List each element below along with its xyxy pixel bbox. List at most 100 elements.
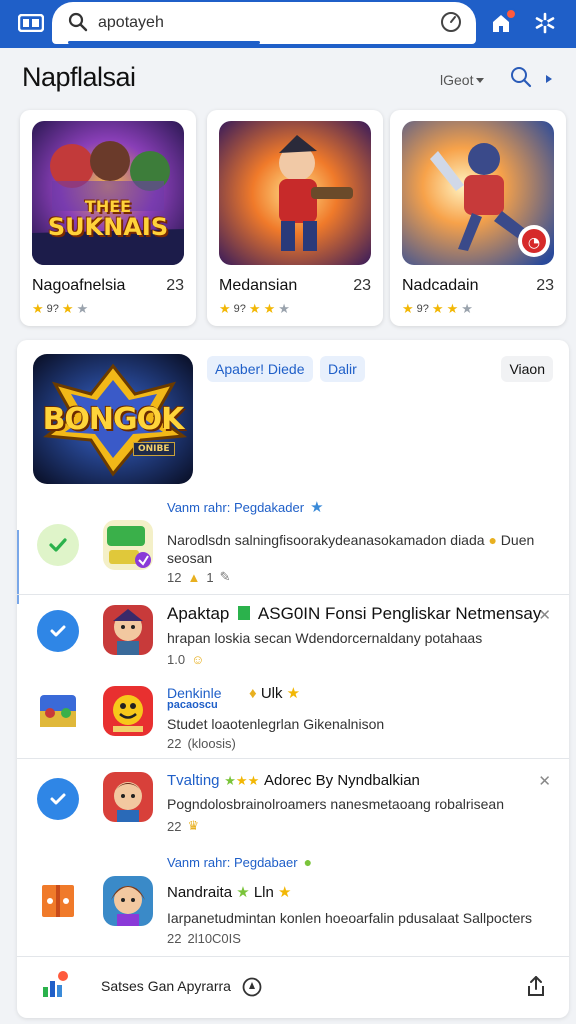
leaf-icon: ● [303, 854, 313, 870]
list-item[interactable]: Denkinle pacaoscu ♦ Ulk ★ Studet loaoten… [17, 685, 569, 751]
app-rating-value: 22 [167, 931, 182, 946]
featured-card[interactable]: ◔ Nadcadain 23 ★ 9? ★ ★ ★ [390, 110, 566, 326]
star-icon: ★ [431, 301, 444, 316]
app-description-text: Narodlsdn salningfisoorakydeanasokamadon… [167, 532, 485, 548]
star-icon: ★ [61, 301, 74, 316]
smiley-icon: ☺ [191, 652, 205, 667]
app-meta: 22 2l10C0IS [167, 931, 241, 946]
star-icon: ★ [446, 301, 459, 316]
search-icon[interactable] [510, 66, 532, 93]
search-input[interactable]: apotayeh [98, 14, 164, 32]
notification-badge [58, 971, 68, 981]
settings-sparkle-icon[interactable] [534, 12, 556, 39]
app-description-extra: Duen [500, 532, 535, 548]
app-title-extra: ASG0IN Fonsi Pengliskar Netmensay [257, 604, 542, 623]
category-chip[interactable]: Apaber! Diede [207, 356, 313, 382]
featured-card[interactable]: THEE SUKNAIS Nagoafnelsia 23 ★ 9? ★ ★ [20, 110, 196, 326]
card-count: 23 [536, 277, 554, 294]
crown-icon: ♛ [187, 818, 200, 833]
arrow-right-icon[interactable] [543, 72, 555, 90]
star-icon: ★ [76, 301, 89, 316]
app-title-extra: Adorec By Nyndbalkian [263, 772, 420, 789]
divider [17, 758, 569, 759]
app-title-badge: ♦ Ulk ★ [249, 685, 300, 702]
card-rating: ★ 9? ★ ★ ★ [219, 302, 290, 315]
dismiss-icon[interactable]: ✕ [538, 606, 551, 624]
share-icon[interactable] [525, 974, 547, 1003]
star-icon: ★ [247, 773, 260, 788]
search-icon [68, 12, 88, 37]
app-title-text: Nandraita [167, 884, 233, 901]
dismiss-icon[interactable]: ✕ [538, 772, 551, 790]
divider [17, 594, 569, 595]
art-title-line-2: SUKNAIS [47, 213, 169, 241]
app-rating-value: 22 [167, 736, 182, 751]
app-meta: 1.0 ☺ [167, 652, 204, 667]
app-meta-extra: 1 [206, 569, 214, 585]
list-item[interactable]: Nandraita ★ Lln ★ Iarpanetudmintan konle… [17, 872, 569, 946]
card-rating-value: 9? [46, 302, 59, 315]
app-icon [103, 686, 153, 736]
view-button[interactable]: Viaon [501, 356, 553, 382]
filter-chip[interactable]: Dalir [320, 356, 365, 382]
star-icon: ★ [278, 884, 292, 901]
app-description: Iarpanetudmintan konlen hoeoarfalin pdus… [167, 910, 533, 926]
star-icon: ★ [310, 499, 324, 516]
voice-search-icon[interactable] [440, 11, 462, 38]
app-icon [103, 772, 153, 822]
list-item[interactable]: Tvalting ★★★ Adorec By Nyndbalkian ✕ Pog… [17, 768, 569, 838]
featured-card[interactable]: Medansian 23 ★ 9? ★ ★ ★ [207, 110, 383, 326]
section-subheading-text: Vanm rahr: Pegdabaer [167, 854, 298, 870]
featured-game-artwork[interactable]: BONGOK ONIBE [33, 354, 193, 484]
list-item[interactable]: Narodlsdn salningfisoorakydeanasokamadon… [17, 520, 569, 590]
star-icon: ★ [219, 301, 231, 316]
star-icon: ★ [248, 301, 261, 316]
app-thumbnail-icon [37, 880, 79, 922]
compass-icon[interactable] [241, 976, 263, 1003]
app-icon [103, 876, 153, 926]
bottom-bar: Satses Gan Apyrarra [17, 956, 569, 1018]
top-app-bar: apotayeh [0, 0, 576, 48]
star-icon: ★ [402, 301, 414, 316]
app-title-extra: Lln [253, 884, 274, 901]
star-icon: ★ [286, 685, 301, 702]
card-rating-value: 9? [416, 302, 429, 315]
notification-badge [505, 8, 517, 20]
search-bar[interactable]: apotayeh [52, 2, 476, 44]
featured-art-title: BONGOK [42, 402, 185, 437]
search-focus-underline [68, 41, 260, 44]
svg-text:◔: ◔ [528, 235, 540, 251]
app-thumbnail-icon [37, 690, 79, 732]
edit-icon[interactable]: ✎ [220, 569, 231, 585]
app-title-text: Apaktap [167, 604, 230, 623]
sort-dropdown[interactable]: lGeot [440, 72, 485, 88]
app-title-text: Denkinle [167, 685, 222, 701]
featured-art-badge: ONIBE [133, 442, 175, 456]
app-title: Tvalting ★★★ Adorec By Nyndbalkian [167, 770, 420, 790]
list-item[interactable]: Apaktap ASG0IN Fonsi Pengliskar Netmensa… [17, 602, 569, 672]
app-meta-extra: (kloosis) [187, 736, 236, 751]
section-subheading: Vanm rahr: Pegdakader ★ [167, 498, 324, 516]
card-title: Nagoafnelsia [32, 277, 126, 294]
app-meta: 12 ▲ 1 ✎ [167, 569, 230, 585]
game-artwork [219, 121, 371, 265]
app-rating-value: 1.0 [167, 652, 186, 667]
app-description: Narodlsdn salningfisoorakydeanasokamadon… [167, 532, 534, 548]
thumbs-up-icon: ▲ [187, 569, 201, 585]
game-artwork: THEE SUKNAIS [32, 121, 184, 265]
app-rating-value: 22 [167, 818, 182, 834]
app-icon [103, 605, 153, 655]
app-logo-icon[interactable] [14, 10, 48, 36]
app-title: Apaktap ASG0IN Fonsi Pengliskar Netmensa… [167, 604, 541, 624]
bottom-bar-label[interactable]: Satses Gan Apyrarra [101, 978, 231, 994]
app-meta: 22 (kloosis) [167, 736, 236, 751]
card-count: 23 [166, 277, 184, 294]
app-description: Pogndolosbrainolroamers nanesmetaoang ro… [167, 796, 504, 812]
installed-check-icon[interactable] [37, 524, 79, 566]
app-icon [103, 520, 153, 570]
star-icon: ★ [263, 301, 276, 316]
selected-check-icon[interactable] [37, 778, 79, 820]
app-meta-extra: 2l10C0IS [187, 931, 241, 946]
selected-check-icon[interactable] [37, 610, 79, 652]
app-description: Studet loaotenlegrlan Gikenalnison [167, 716, 385, 732]
